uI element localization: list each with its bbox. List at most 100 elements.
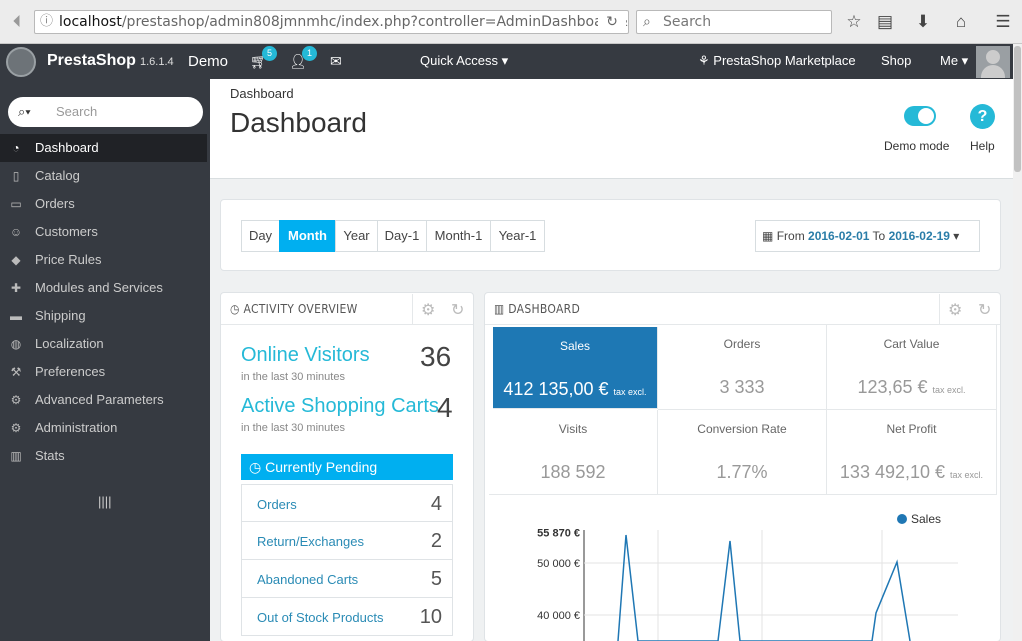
shop-name[interactable]: Demo — [188, 53, 228, 70]
credit-card-icon: ▭ — [10, 197, 22, 211]
help-label[interactable]: Help — [970, 139, 995, 153]
configure-icon[interactable]: ⚙ — [948, 300, 962, 320]
pending-row[interactable]: Return/Exchanges 2 — [241, 522, 453, 560]
pending-row[interactable]: Out of Stock Products 10 — [241, 598, 453, 636]
url-bar[interactable]: ⓘ localhost/prestashop/admin808jmnmhc/in… — [34, 10, 629, 34]
kpi-conversion-rate[interactable]: Conversion Rate 1.77% — [658, 410, 827, 495]
bar-chart-icon: ▥ — [494, 302, 505, 316]
kpi-sales[interactable]: Sales 412 135,00 € tax excl. — [493, 327, 658, 409]
sidebar-item-label: Stats — [35, 448, 65, 463]
scrollbar-thumb[interactable] — [1014, 46, 1021, 172]
bookmark-star-icon[interactable]: ☆ — [843, 12, 865, 32]
download-icon[interactable]: ⬇ — [912, 12, 934, 32]
home-icon[interactable]: ⌂ — [950, 12, 972, 32]
sidebar-search-input[interactable]: ⌕▾ Search — [8, 97, 203, 127]
kpi-label: Sales — [559, 339, 591, 353]
kpi-visits[interactable]: Visits 188 592 — [489, 410, 658, 495]
kpi-value: 188 592 — [540, 462, 606, 482]
pending-row[interactable]: Abandoned Carts 5 — [241, 560, 453, 598]
currently-pending-header: ◷ Currently Pending — [241, 454, 453, 480]
kpi-value: 3 333 — [719, 377, 765, 397]
back-icon[interactable]: ⏴ — [6, 12, 28, 32]
online-visitors-label[interactable]: Online Visitors — [241, 344, 370, 367]
menu-icon[interactable]: ☰ — [992, 12, 1014, 32]
collapse-sidebar-icon[interactable]: |||| — [98, 494, 112, 509]
dashboard-panel-title: ▥ DASHBOARD — [494, 302, 581, 316]
pending-row[interactable]: Orders 4 — [241, 484, 453, 522]
page-scrollbar[interactable] — [1013, 44, 1022, 641]
online-visitors-value: 36 — [420, 341, 452, 372]
sidebar-item-preferences[interactable]: ⚒ Preferences — [0, 358, 207, 386]
clock-icon: ◷ — [230, 302, 240, 316]
kpi-label: Visits — [558, 422, 588, 436]
sidebar-item-catalog[interactable]: ▯ Catalog — [0, 162, 207, 190]
sidebar-item-stats[interactable]: ▥ Stats — [0, 442, 207, 470]
reading-list-icon[interactable]: ▤ — [874, 12, 896, 32]
prestashop-logo-icon[interactable] — [6, 47, 36, 77]
pending-label[interactable]: Out of Stock Products — [257, 610, 383, 625]
help-icon[interactable]: ? — [970, 104, 995, 129]
sidebar-item-customers[interactable]: ☺ Customers — [0, 218, 207, 246]
period-button-year[interactable]: Year — [335, 220, 378, 252]
legend-label: Sales — [911, 512, 941, 526]
tags-icon: ◆ — [11, 253, 21, 267]
sidebar-item-localization[interactable]: ◍ Localization — [0, 330, 207, 358]
y-tick-label: 55 870 € — [537, 527, 580, 539]
globe-icon: ◍ — [10, 337, 22, 351]
shop-link[interactable]: Shop — [881, 53, 911, 68]
period-button-day-1[interactable]: Day-1 — [377, 220, 427, 252]
pending-label[interactable]: Orders — [257, 497, 297, 512]
reload-icon[interactable]: ↻ — [598, 13, 626, 31]
avatar[interactable] — [976, 46, 1010, 78]
period-button-year-1[interactable]: Year-1 — [490, 220, 545, 252]
pending-value: 2 — [430, 530, 442, 552]
kpi-suffix: tax excl. — [932, 385, 966, 395]
demo-mode-toggle[interactable] — [904, 106, 936, 126]
marketplace-link[interactable]: ⚘ PrestaShop Marketplace — [698, 53, 856, 69]
sidebar-item-modules-and-services[interactable]: ✚ Modules and Services — [0, 274, 207, 302]
pending-value: 4 — [430, 493, 442, 515]
sales-series-line — [617, 534, 911, 641]
pending-label[interactable]: Abandoned Carts — [257, 572, 358, 587]
period-button-month-1[interactable]: Month-1 — [426, 220, 491, 252]
pending-label[interactable]: Return/Exchanges — [257, 534, 364, 549]
kpi-label: Net Profit — [886, 422, 937, 436]
sidebar-item-label: Administration — [35, 420, 118, 435]
brand-logo[interactable]: PrestaShop — [47, 52, 136, 70]
marketplace-icon: ⚘ — [698, 53, 710, 68]
refresh-icon[interactable]: ↻ — [978, 300, 991, 320]
breadcrumb[interactable]: Dashboard — [230, 86, 294, 101]
top-navbar: PrestaShop 1.6.1.4 Demo 🛒︎ 5 👤︎ 1 ✉ Quic… — [0, 44, 1013, 79]
sidebar-item-price-rules[interactable]: ◆ Price Rules — [0, 246, 207, 274]
book-icon: ▯ — [12, 169, 20, 183]
period-button-month[interactable]: Month — [279, 220, 336, 252]
active-carts-label[interactable]: Active Shopping Carts — [241, 395, 439, 418]
refresh-icon[interactable]: ↻ — [451, 300, 464, 320]
sidebar-item-orders[interactable]: ▭ Orders — [0, 190, 207, 218]
kpi-suffix: tax excl. — [613, 387, 647, 397]
demo-mode-label: Demo mode — [884, 139, 950, 153]
sidebar-item-label: Modules and Services — [35, 280, 163, 295]
active-carts-value: 4 — [437, 392, 453, 423]
me-menu[interactable]: Me ▾ — [940, 53, 968, 69]
kpi-orders[interactable]: Orders 3 333 — [658, 325, 827, 410]
sidebar-item-label: Customers — [35, 224, 98, 239]
configure-icon[interactable]: ⚙ — [421, 300, 435, 320]
kpi-net-profit[interactable]: Net Profit 133 492,10 € tax excl. — [827, 410, 997, 495]
sidebar-item-dashboard[interactable]: ◔ Dashboard — [0, 134, 207, 162]
date-range-picker[interactable]: ▦ From 2016-02-01 To 2016-02-19 ▾ — [755, 220, 980, 252]
browser-toolbar: ⏴ ⓘ localhost/prestashop/admin808jmnmhc/… — [0, 0, 1022, 44]
kpi-cart-value[interactable]: Cart Value 123,65 € tax excl. — [827, 325, 997, 410]
pending-value: 10 — [419, 606, 442, 628]
period-button-day[interactable]: Day — [241, 220, 280, 252]
browser-search-input[interactable]: ⌕ Search — [636, 10, 832, 34]
truck-icon: ▬ — [10, 309, 22, 323]
envelope-icon[interactable]: ✉ — [330, 53, 342, 70]
sidebar-item-label: Localization — [35, 336, 104, 351]
sidebar-item-advanced-parameters[interactable]: ⚙ Advanced Parameters — [0, 386, 207, 414]
kpi-value: 412 135,00 € tax excl. — [503, 379, 647, 399]
sidebar-item-shipping[interactable]: ▬ Shipping — [0, 302, 207, 330]
quick-access-menu[interactable]: Quick Access ▾ — [420, 53, 508, 69]
page-header: Dashboard Dashboard Demo mode ? Help — [210, 79, 1013, 179]
sidebar-item-administration[interactable]: ⚙ Administration — [0, 414, 207, 442]
